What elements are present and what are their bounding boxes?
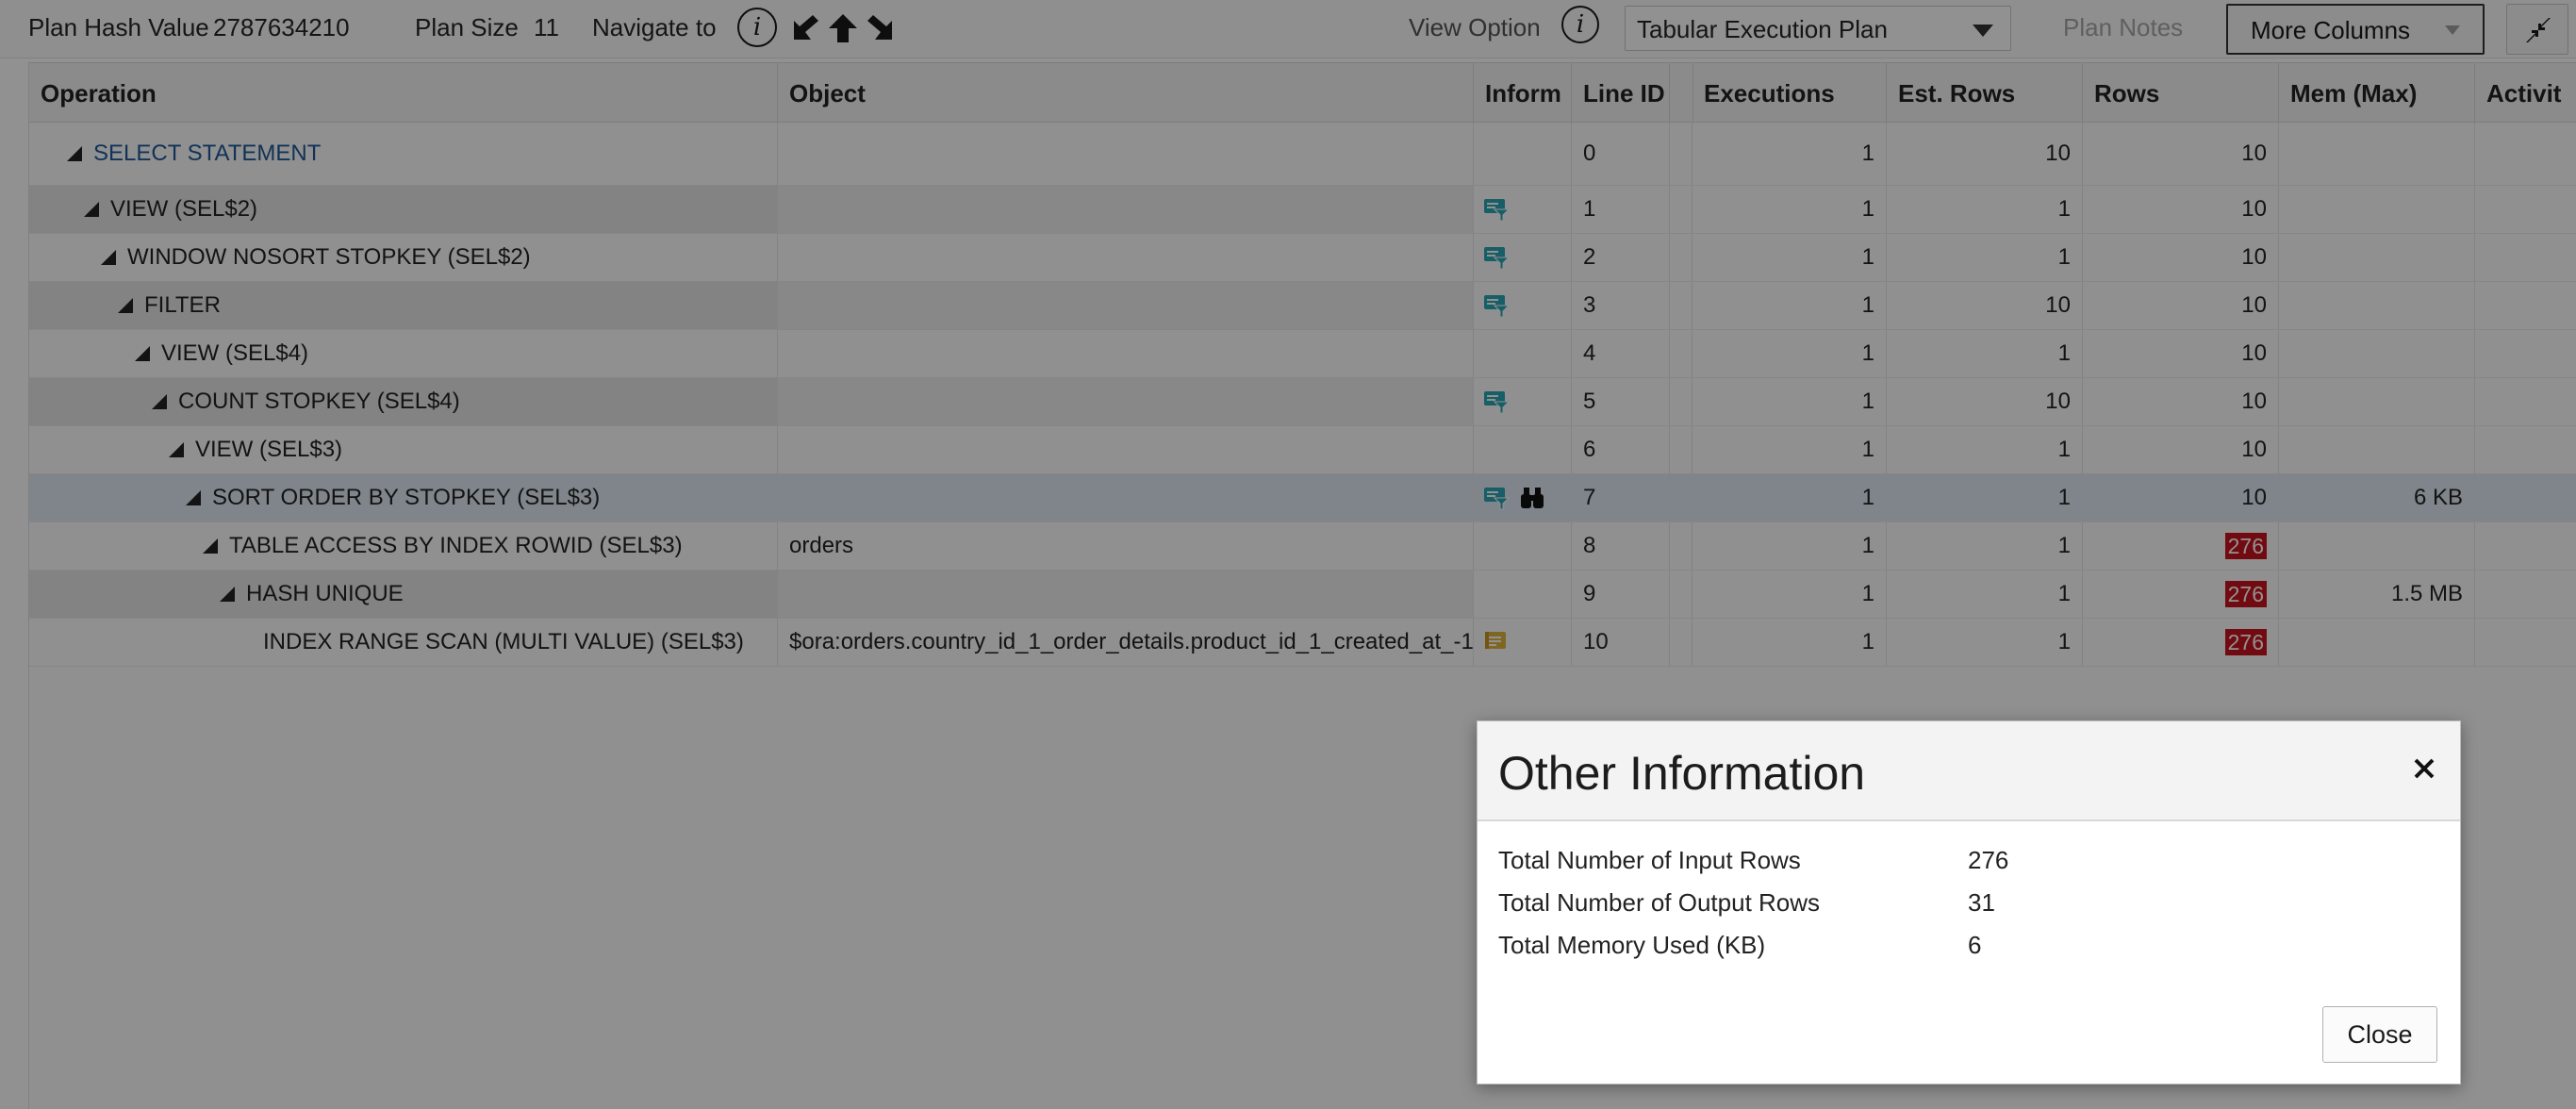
- output-rows-value: 31: [1968, 888, 1995, 917]
- close-icon[interactable]: [2407, 752, 2441, 786]
- input-rows-label: Total Number of Input Rows: [1498, 846, 1801, 874]
- other-information-dialog: Other Information Total Number of Input …: [1477, 720, 2461, 1084]
- input-rows-value: 276: [1968, 846, 2009, 874]
- dialog-title: Other Information: [1498, 747, 1866, 800]
- output-rows-label: Total Number of Output Rows: [1498, 888, 1821, 917]
- memory-used-label: Total Memory Used (KB): [1498, 931, 1766, 959]
- dialog-header: Other Information: [1478, 721, 2460, 821]
- memory-used-value: 6: [1968, 931, 1982, 959]
- dialog-close-button[interactable]: Close: [2322, 1006, 2437, 1063]
- execution-plan-page: Plan Hash Value 2787634210 Plan Size 11 …: [0, 0, 2576, 1109]
